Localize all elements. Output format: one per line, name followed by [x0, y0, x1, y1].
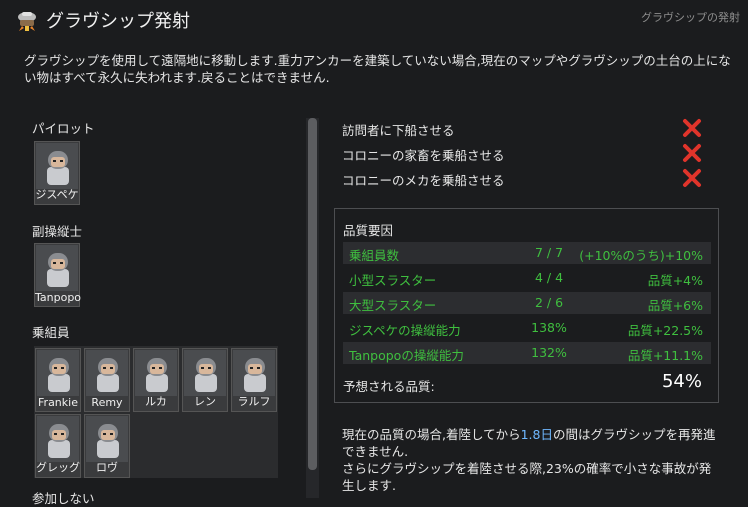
pawn-portrait	[47, 151, 69, 185]
pawn-slot-crew[interactable]: Remy	[84, 348, 130, 412]
quality-panel: 品質要因 乗組員数 7 / 7 (+10%のうち)+10% 小型スラスター 4 …	[334, 208, 719, 403]
pawn-name: Tanpopo	[35, 291, 82, 304]
quality-factor-label: 小型スラスター	[349, 273, 437, 288]
pawn-portrait	[244, 358, 266, 392]
pawn-slot-crew[interactable]: レン	[182, 348, 228, 412]
pawn-slot-crew[interactable]: Frankie	[35, 348, 81, 412]
gravship-icon	[18, 12, 36, 31]
corner-title: グラヴシップの発射	[641, 11, 740, 24]
quality-factor-value: 4 / 4	[534, 270, 564, 285]
pawn-portrait	[47, 253, 69, 287]
copilot-label: 副操縦士	[32, 224, 83, 239]
pilot-label: パイロット	[32, 121, 95, 136]
quality-factor-label: Tanpopoの操縦能力	[349, 348, 464, 363]
check-label: コロニーの家畜を乗船させる	[342, 148, 505, 163]
close-icon[interactable]	[682, 143, 702, 163]
quality-factor-effect: (+10%のうち)+10%	[579, 248, 703, 263]
description: グラヴシップを使用して遠隔地に移動します.重力アンカーを建築していない場合,現在…	[24, 53, 731, 85]
pawn-name: グレッグ	[36, 461, 80, 474]
quality-row: 乗組員数 7 / 7 (+10%のうち)+10%	[343, 242, 711, 264]
quality-factor-effect: 品質+11.1%	[627, 348, 703, 363]
crew-label: 乗組員	[32, 325, 70, 340]
pawn-portrait	[48, 424, 70, 458]
expected-quality-value: 54%	[661, 371, 702, 392]
expected-quality-label: 予想される品質:	[343, 379, 435, 394]
pawn-name: ロヴ	[96, 461, 118, 474]
close-icon[interactable]	[682, 118, 702, 138]
quality-factor-label: 乗組員数	[349, 248, 400, 263]
check-label: コロニーのメカを乗船させる	[342, 173, 505, 188]
pawn-name: ジスペケ	[35, 188, 79, 201]
pawn-portrait	[48, 358, 70, 392]
pawn-portrait	[146, 358, 168, 392]
quality-factor-effect: 品質+6%	[647, 298, 703, 313]
pawn-slot-crew[interactable]: ロヴ	[84, 414, 130, 478]
quality-factor-value: 7 / 7	[534, 245, 564, 260]
quality-row: Tanpopoの操縦能力 132% 品質+11.1%	[343, 342, 711, 364]
scrollbar-thumb[interactable]	[308, 118, 317, 470]
pawn-slot-copilot[interactable]: Tanpopo	[34, 243, 82, 307]
page-title: グラヴシップ発射	[46, 11, 190, 32]
quality-title: 品質要因	[343, 223, 394, 238]
pawn-slot-crew[interactable]: ラルフ	[231, 348, 277, 412]
pawn-portrait	[97, 424, 119, 458]
check-row-board-mechs[interactable]: コロニーのメカを乗船させる	[342, 168, 712, 190]
quality-factor-value: 132%	[531, 345, 567, 360]
quality-factor-label: 大型スラスター	[349, 298, 437, 313]
check-row-board-animals[interactable]: コロニーの家畜を乗船させる	[342, 143, 712, 165]
pawn-name: ラルフ	[237, 395, 271, 408]
pawn-name: ルカ	[145, 395, 167, 408]
quality-row: ジスペケの操縦能力 138% 品質+22.5%	[343, 317, 711, 339]
accident-note: さらにグラヴシップを着陸させる際,23%の確率で小さな事故が発生します.	[342, 461, 712, 493]
relaunch-note: 現在の品質の場合,着陸してから1.8日の間はグラヴシップを再発進できません.	[342, 426, 722, 460]
quality-factor-value: 138%	[531, 320, 567, 335]
pawn-name: Remy	[91, 396, 123, 409]
close-icon[interactable]	[682, 168, 702, 188]
window-header: グラヴシップ発射 グラヴシップの発射	[0, 0, 748, 40]
pawn-slot-crew[interactable]: グレッグ	[35, 414, 81, 478]
pawn-slot-crew[interactable]: ルカ	[133, 348, 179, 412]
pawn-name: レン	[194, 395, 216, 408]
pawn-slot-pilot[interactable]: ジスペケ	[34, 141, 80, 205]
quality-factor-value: 2 / 6	[534, 295, 564, 310]
relaunch-days: 1.8日	[520, 427, 553, 442]
pawn-portrait	[195, 358, 217, 392]
scrollbar[interactable]	[306, 118, 319, 498]
check-row-disembark-visitors[interactable]: 訪問者に下船させる	[342, 118, 712, 140]
quality-row: 大型スラスター 2 / 6 品質+6%	[343, 292, 711, 314]
check-label: 訪問者に下船させる	[342, 123, 455, 138]
pawn-portrait	[97, 358, 119, 392]
quality-factor-label: ジスペケの操縦能力	[349, 323, 461, 338]
pawn-name: Frankie	[38, 396, 78, 409]
quality-factor-effect: 品質+4%	[647, 273, 703, 288]
quality-factor-effect: 品質+22.5%	[627, 323, 703, 338]
relaunch-note-pre: 現在の品質の場合,着陸してから	[342, 427, 521, 442]
quality-row: 小型スラスター 4 / 4 品質+4%	[343, 267, 711, 289]
